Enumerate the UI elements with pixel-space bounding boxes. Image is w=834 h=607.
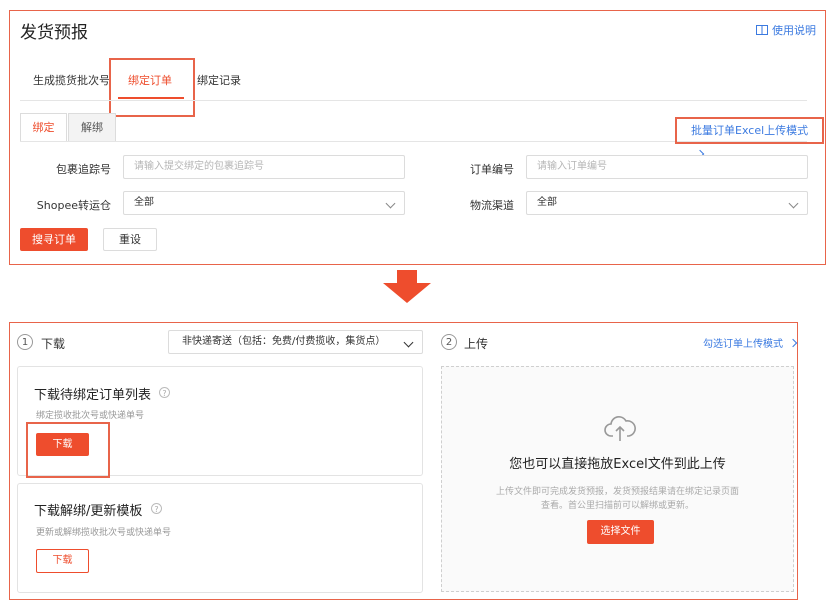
step-1-number: 1 — [17, 334, 33, 350]
chevron-right-icon — [788, 338, 798, 348]
batch-excel-upload-label: 批量订单Excel上传模式 — [691, 124, 809, 137]
subtab-unbind[interactable]: 解绑 — [68, 113, 116, 142]
highlight-box-bind-tab — [109, 58, 195, 117]
subtab-bind[interactable]: 绑定 — [20, 113, 67, 142]
upload-area-title: 您也可以直接拖放Excel文件到此上传 — [509, 457, 726, 472]
shipping-method-value: 非快递寄送（包括：免费/付费揽收，集货点） — [182, 336, 386, 347]
book-icon — [756, 25, 768, 35]
download-template-button[interactable]: 下载 — [36, 549, 89, 573]
choose-file-button[interactable]: 选择文件 — [587, 520, 654, 544]
download-pending-title: 下载待绑定订单列表 — [34, 388, 152, 403]
question-circle-icon[interactable]: ? — [151, 503, 162, 514]
shipping-method-select[interactable]: 非快递寄送（包括：免费/付费揽收，集货点） — [168, 330, 423, 354]
tab-generate-batch[interactable]: 生成揽货批次号 — [33, 72, 110, 88]
select-orders-upload-label: 勾选订单上传模式 — [703, 339, 783, 350]
reset-button[interactable]: 重设 — [103, 228, 157, 251]
upload-area-desc-line1: 上传文件即可完成发货预报，发货预报结果请在绑定记录页面 — [495, 487, 739, 497]
warehouse-label: Shopee转运仓 — [36, 199, 111, 212]
logistics-channel-label: 物流渠道 — [470, 199, 514, 212]
step-2-number: 2 — [441, 334, 457, 350]
page-title: 发货预报 — [20, 23, 88, 43]
step-1-label: 下载 — [41, 337, 66, 351]
order-number-input[interactable]: 请输入订单编号 — [526, 155, 808, 179]
arrow-down-icon-head — [383, 283, 431, 303]
download-template-desc: 更新或解绑揽收批次号或快递单号 — [36, 528, 172, 538]
upload-area-desc-line2: 查看。首公里扫描前可以解绑或更新。 — [540, 501, 694, 511]
order-number-label: 订单编号 — [470, 163, 514, 176]
search-orders-button[interactable]: 搜寻订单 — [20, 228, 88, 251]
chevron-down-icon — [403, 337, 414, 348]
file-drop-zone[interactable] — [441, 366, 794, 592]
question-circle-icon[interactable]: ? — [159, 387, 170, 398]
chevron-down-icon — [385, 198, 396, 209]
tracking-label: 包裹追踪号 — [56, 163, 111, 176]
logistics-channel-select[interactable]: 全部 — [526, 191, 808, 215]
cloud-upload-icon — [604, 416, 636, 441]
select-orders-upload-link[interactable]: 勾选订单上传模式 — [703, 335, 798, 350]
step-2-label: 上传 — [464, 337, 489, 351]
highlight-box-download — [26, 422, 110, 478]
tab-bind-records[interactable]: 绑定记录 — [197, 72, 241, 88]
logistics-channel-value: 全部 — [537, 197, 557, 208]
arrow-down-icon — [397, 270, 417, 283]
help-link[interactable]: 使用说明 — [756, 22, 816, 38]
chevron-down-icon — [788, 198, 799, 209]
help-link-label: 使用说明 — [772, 24, 816, 37]
warehouse-select-value: 全部 — [134, 197, 154, 208]
tracking-input[interactable]: 请输入提交绑定的包裹追踪号 — [123, 155, 405, 179]
download-template-title: 下载解绑/更新模板 — [34, 504, 143, 519]
tab-divider — [20, 100, 807, 101]
download-pending-desc: 绑定揽收批次号或快递单号 — [36, 411, 145, 421]
batch-excel-upload-link[interactable]: 批量订单Excel上传模式 — [675, 117, 824, 159]
warehouse-select[interactable]: 全部 — [123, 191, 405, 215]
